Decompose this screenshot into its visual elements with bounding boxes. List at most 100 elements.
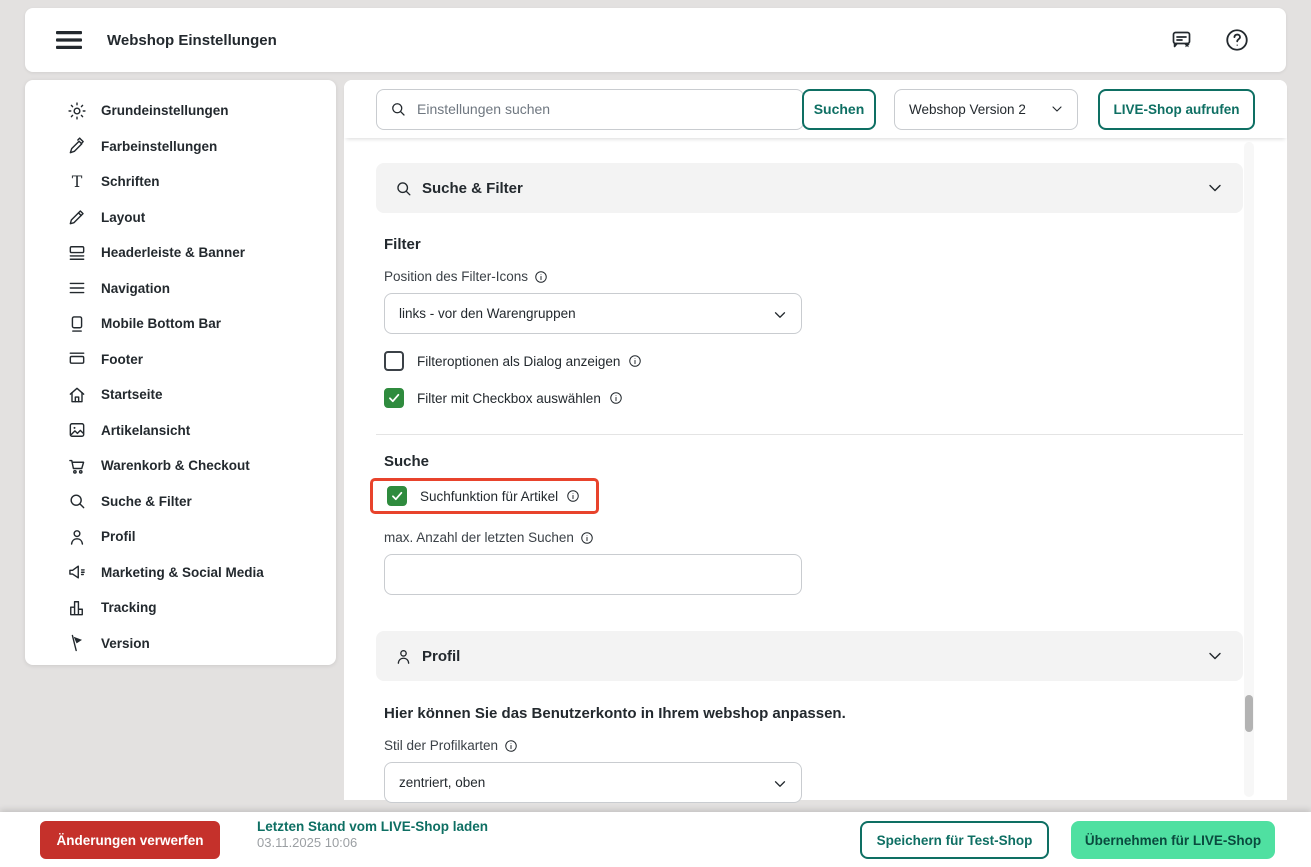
sidebar-item-label: Footer: [101, 351, 143, 367]
sidebar-item-label: Farbeinstellungen: [101, 138, 218, 154]
sidebar-item-tracking[interactable]: Tracking: [25, 590, 336, 626]
suchfunktion-checkbox-row: Suchfunktion für Artikel: [387, 486, 580, 506]
sidebar-item-suche-filter[interactable]: Suche & Filter: [25, 484, 336, 520]
search-icon: [397, 181, 411, 196]
sidebar-item-warenkorb[interactable]: Warenkorb & Checkout: [25, 448, 336, 484]
load-live-state-label: Letzten Stand vom LIVE-Shop laden: [257, 819, 489, 834]
sidebar-item-artikelansicht[interactable]: Artikelansicht: [25, 413, 336, 449]
search-button[interactable]: Suchen: [802, 88, 876, 130]
sidebar-item-layout[interactable]: Layout: [25, 200, 336, 236]
settings-sidebar: Grundeinstellungen Farbeinstellungen T S…: [25, 80, 336, 665]
footer-icon: [66, 349, 87, 369]
section-title: Profil: [422, 647, 461, 665]
sidebar-item-profil[interactable]: Profil: [25, 519, 336, 555]
main-panel: Suchen Webshop Version 2 LIVE-Shop aufru…: [344, 80, 1287, 803]
profilkarten-stil-value: zentriert, oben: [399, 775, 486, 790]
profilkarten-stil-select[interactable]: zentriert, oben: [384, 762, 802, 803]
section-suche-filter[interactable]: Suche & Filter: [376, 163, 1243, 213]
home-icon: [66, 385, 87, 405]
settings-toolbar: Suchen Webshop Version 2 LIVE-Shop aufru…: [344, 80, 1287, 138]
info-icon[interactable]: [534, 270, 548, 284]
filter-heading: Filter: [384, 236, 421, 253]
filter-checkbox-checkbox[interactable]: [384, 388, 404, 408]
filter-position-label: Position des Filter-Icons: [384, 269, 1287, 284]
header-icon: [66, 243, 87, 263]
sidebar-item-headerleiste[interactable]: Headerleiste & Banner: [25, 235, 336, 271]
section-profil[interactable]: Profil: [376, 631, 1243, 681]
sidebar-item-label: Headerleiste & Banner: [101, 245, 246, 261]
save-test-shop-button[interactable]: Speichern für Test-Shop: [860, 821, 1049, 859]
flag-icon: [66, 633, 87, 653]
sidebar-item-label: Schriften: [101, 174, 160, 190]
info-icon[interactable]: [628, 354, 642, 368]
max-suchen-input[interactable]: [384, 554, 802, 595]
sidebar-item-label: Artikelansicht: [101, 422, 191, 438]
text-icon: T: [66, 172, 87, 192]
chevron-down-icon: [1052, 106, 1062, 112]
chevron-down-icon: [774, 780, 786, 787]
sidebar-item-label: Mobile Bottom Bar: [101, 316, 221, 332]
svg-text:T: T: [71, 172, 82, 191]
webshop-version-select[interactable]: Webshop Version 2: [894, 88, 1078, 130]
section-title: Suche & Filter: [422, 179, 523, 197]
load-live-state-link[interactable]: Letzten Stand vom LIVE-Shop laden 03.11.…: [257, 819, 488, 850]
eyedropper-icon: [66, 136, 87, 156]
profilkarten-stil-label: Stil der Profilkarten: [384, 738, 1287, 753]
info-icon[interactable]: [566, 489, 580, 503]
sidebar-item-navigation[interactable]: Navigation: [25, 271, 336, 307]
cart-icon: [66, 456, 87, 476]
suchfunktion-checkbox[interactable]: [387, 486, 407, 506]
max-suchen-label: max. Anzahl der letzten Suchen: [384, 530, 1287, 545]
chart-icon: [66, 598, 87, 618]
sidebar-item-label: Grundeinstellungen: [101, 103, 229, 119]
image-icon: [66, 420, 87, 440]
search-input[interactable]: [417, 101, 791, 117]
search-icon: [66, 491, 87, 511]
filter-position-value: links - vor den Warengruppen: [399, 306, 576, 321]
person-icon: [397, 649, 410, 664]
filter-checkbox-checkbox-row: Filter mit Checkbox auswählen: [384, 388, 1287, 408]
live-shop-button[interactable]: LIVE-Shop aufrufen: [1098, 88, 1255, 130]
sidebar-item-startseite[interactable]: Startseite: [25, 377, 336, 413]
feedback-icon[interactable]: [1170, 28, 1194, 52]
action-bottom-bar: Änderungen verwerfen Letzten Stand vom L…: [0, 812, 1311, 867]
sidebar-item-mobile-bottom-bar[interactable]: Mobile Bottom Bar: [25, 306, 336, 342]
sidebar-item-grundeinstellungen[interactable]: Grundeinstellungen: [25, 93, 336, 129]
chevron-down-icon: [774, 311, 786, 318]
discard-changes-button[interactable]: Änderungen verwerfen: [40, 821, 220, 859]
sidebar-item-label: Tracking: [101, 600, 157, 616]
check-icon: [389, 393, 400, 403]
help-icon[interactable]: [1224, 27, 1250, 53]
info-icon[interactable]: [580, 531, 594, 545]
menu-lines-icon: [66, 278, 87, 298]
sidebar-item-marketing[interactable]: Marketing & Social Media: [25, 555, 336, 591]
sidebar-item-label: Navigation: [101, 280, 171, 296]
sidebar-item-label: Marketing & Social Media: [101, 564, 264, 580]
filter-dialog-checkbox-row: Filteroptionen als Dialog anzeigen: [384, 351, 1287, 371]
pencil-icon: [66, 207, 87, 227]
settings-search-field[interactable]: [376, 88, 804, 130]
checkbox-label: Suchfunktion für Artikel: [420, 488, 559, 504]
sidebar-item-label: Suche & Filter: [101, 493, 192, 509]
info-icon[interactable]: [609, 391, 623, 405]
mobile-icon: [66, 314, 87, 334]
sidebar-item-schriften[interactable]: T Schriften: [25, 164, 336, 200]
filter-position-select[interactable]: links - vor den Warengruppen: [384, 293, 802, 334]
person-icon: [66, 527, 87, 547]
highlighted-setting-box: Suchfunktion für Artikel: [370, 478, 600, 514]
top-header: Webshop Einstellungen: [25, 8, 1286, 72]
sidebar-item-version[interactable]: Version: [25, 626, 336, 662]
apply-live-shop-button[interactable]: Übernehmen für LIVE-Shop: [1071, 821, 1275, 859]
webshop-version-value: Webshop Version 2: [909, 101, 1026, 117]
profil-description: Hier können Sie das Benutzerkonto in Ihr…: [384, 705, 846, 722]
chevron-down-icon: [1209, 184, 1221, 192]
sidebar-item-farbeinstellungen[interactable]: Farbeinstellungen: [25, 129, 336, 165]
gear-icon: [66, 101, 87, 121]
megaphone-icon: [66, 562, 87, 582]
sidebar-item-label: Warenkorb & Checkout: [101, 458, 250, 474]
filter-dialog-checkbox[interactable]: [384, 351, 404, 371]
sidebar-item-footer[interactable]: Footer: [25, 342, 336, 378]
info-icon[interactable]: [504, 739, 518, 753]
hamburger-menu-icon[interactable]: [56, 30, 82, 50]
sidebar-item-label: Version: [101, 635, 150, 651]
